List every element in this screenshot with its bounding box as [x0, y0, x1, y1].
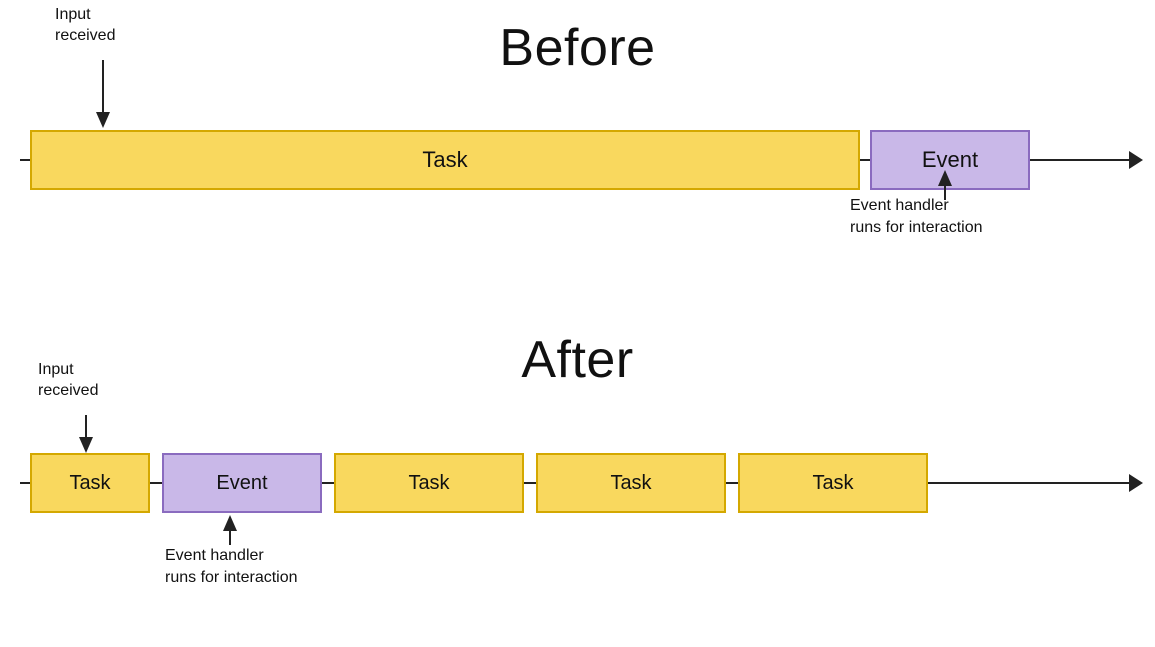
after-title: After [521, 330, 633, 390]
after-task1-box: Task [30, 453, 150, 513]
before-input-received-label: Inputreceived [55, 5, 115, 47]
before-task-box: Task [30, 130, 860, 190]
after-task3-box: Task [536, 453, 726, 513]
after-event-handler-label: Event handlerruns for interaction [165, 545, 298, 590]
before-timeline-arrow [1129, 151, 1143, 169]
after-timeline-arrow [1129, 474, 1143, 492]
before-title: Before [499, 18, 655, 78]
after-input-received-label: Inputreceived [38, 360, 98, 402]
before-event-handler-label: Event handlerruns for interaction [850, 195, 983, 240]
after-event-box: Event [162, 453, 322, 513]
before-input-arrow [93, 60, 113, 133]
after-task4-box: Task [738, 453, 928, 513]
after-task2-box: Task [334, 453, 524, 513]
diagram-container: Before Inputreceived Task Event Event ha… [0, 0, 1155, 647]
after-input-arrow [76, 415, 96, 458]
